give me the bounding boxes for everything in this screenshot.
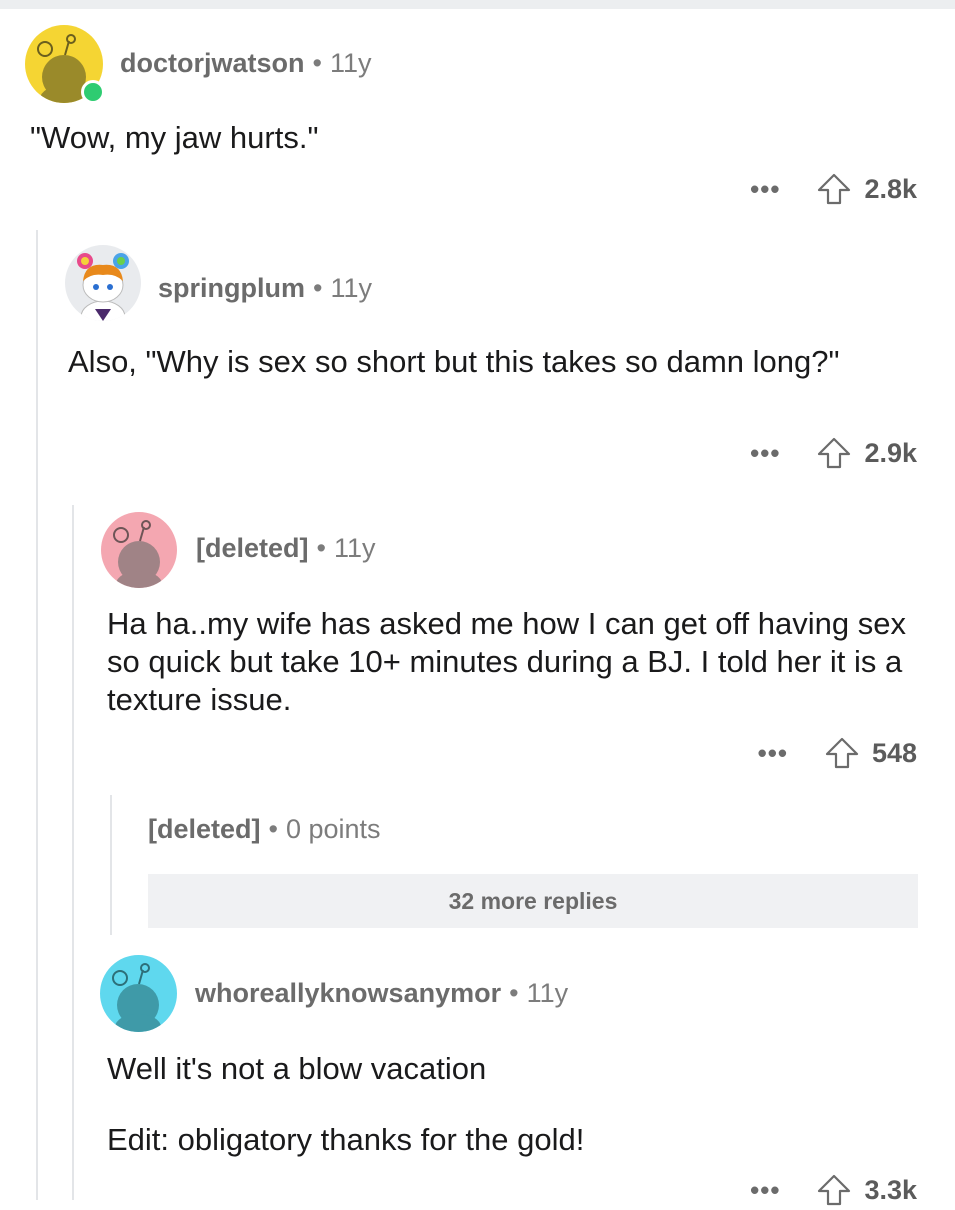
- upvote-arrow-icon[interactable]: [816, 1172, 852, 1208]
- upvote-arrow-icon[interactable]: [816, 171, 852, 207]
- comment-actions: ••• 3.3k: [750, 1170, 917, 1210]
- vote-score: 2.9k: [864, 437, 917, 468]
- vote-score: 3.3k: [864, 1174, 917, 1205]
- online-status-indicator: [81, 80, 105, 104]
- username-link[interactable]: whoreallyknowsanymor: [195, 978, 501, 1008]
- top-divider: [0, 0, 955, 9]
- comment-meta: [deleted] • 0 points: [148, 814, 381, 845]
- comment-body: Also, "Why is sex so short but this take…: [68, 344, 840, 379]
- comment-actions: ••• 2.8k: [750, 169, 917, 209]
- thread-line-level-1[interactable]: [36, 230, 38, 1200]
- username-link[interactable]: [deleted]: [196, 533, 309, 563]
- username-link[interactable]: doctorjwatson: [120, 48, 305, 78]
- more-options-button[interactable]: •••: [750, 1175, 780, 1206]
- comment-points: 0 points: [285, 814, 381, 844]
- vote-score: 2.8k: [864, 173, 917, 204]
- meta-separator: •: [313, 273, 323, 303]
- comment-age: 11y: [333, 533, 376, 563]
- comment-meta: [deleted] • 11y: [196, 533, 376, 564]
- upvote-arrow-icon[interactable]: [824, 735, 860, 771]
- comment-actions: ••• 2.9k: [750, 433, 917, 473]
- comment-body-line: Edit: obligatory thanks for the gold!: [107, 1122, 585, 1157]
- upvote-arrow-icon[interactable]: [816, 435, 852, 471]
- more-replies-button[interactable]: 32 more replies: [148, 874, 918, 928]
- more-options-button[interactable]: •••: [750, 174, 780, 205]
- meta-separator: •: [509, 978, 519, 1008]
- comment-age: 11y: [526, 978, 569, 1008]
- thread-line-level-3[interactable]: [110, 795, 112, 935]
- username-link[interactable]: [deleted]: [148, 814, 261, 844]
- thread-line-level-2[interactable]: [72, 505, 74, 1200]
- more-options-button[interactable]: •••: [758, 738, 788, 769]
- vote-score: 548: [871, 737, 917, 768]
- meta-separator: •: [312, 48, 322, 78]
- comment-meta: whoreallyknowsanymor • 11y: [195, 978, 568, 1009]
- meta-separator: •: [316, 533, 326, 563]
- comment-age: 11y: [330, 273, 372, 303]
- comment-age: 11y: [329, 48, 372, 78]
- snoo-avatar-custom[interactable]: [65, 245, 141, 321]
- comment-body: Ha ha..my wife has asked me how I can ge…: [107, 606, 906, 717]
- comment-meta: doctorjwatson • 11y: [120, 48, 372, 79]
- comment-actions: ••• 548: [758, 733, 917, 773]
- snoo-avatar-pink[interactable]: [101, 512, 177, 588]
- username-link[interactable]: springplum: [158, 273, 305, 303]
- snoo-avatar-cyan[interactable]: [100, 955, 177, 1032]
- meta-separator: •: [268, 814, 278, 844]
- comment-meta: springplum • 11y: [158, 273, 372, 304]
- comment-body: "Wow, my jaw hurts.": [30, 120, 319, 155]
- comment-body-line: Well it's not a blow vacation: [107, 1051, 487, 1086]
- more-options-button[interactable]: •••: [750, 438, 780, 469]
